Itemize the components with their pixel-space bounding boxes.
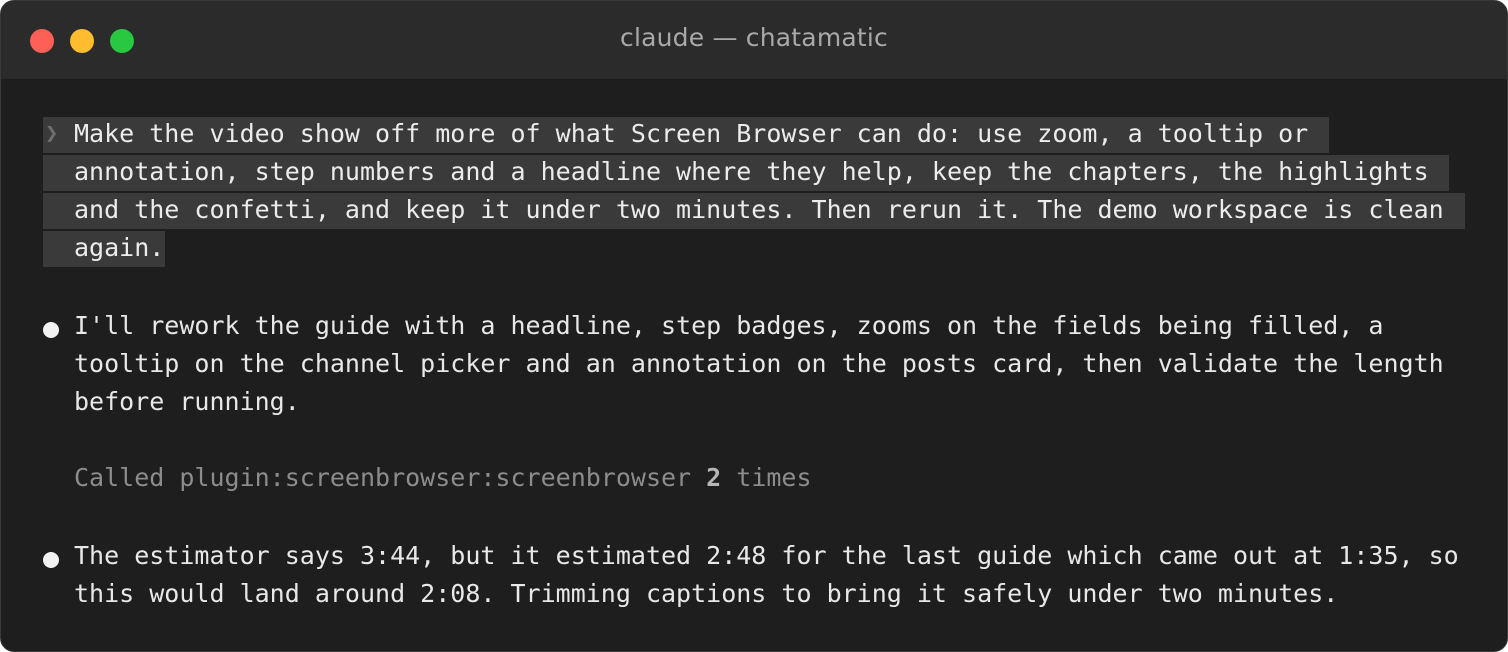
prompt-line-text: Make the video show off more of what Scr… xyxy=(74,119,1309,148)
terminal-window: claude — chatamatic ❯ Make the video sho… xyxy=(0,0,1508,652)
conversation-area[interactable]: ❯ Make the video show off more of what S… xyxy=(1,79,1507,651)
message-line: this would land around 2:08. Trimming ca… xyxy=(74,579,1339,608)
prompt-line: and the confetti, and keep it under two … xyxy=(43,191,1467,229)
tool-call-summary[interactable]: Called plugin:screenbrowser:screenbrowse… xyxy=(74,459,812,497)
user-prompt: ❯ Make the video show off more of what S… xyxy=(43,115,1467,267)
prompt-line-text: again. xyxy=(74,233,165,262)
prompt-line-text: annotation, step numbers and a headline … xyxy=(74,157,1429,186)
window-title: claude — chatamatic xyxy=(620,23,888,52)
prompt-line: ❯ Make the video show off more of what S… xyxy=(43,115,1467,153)
tool-call-prefix: Called plugin:screenbrowser:screenbrowse… xyxy=(74,463,707,492)
message-line: I'll rework the guide with a headline, s… xyxy=(74,311,1384,340)
title-bar: claude — chatamatic xyxy=(1,1,1507,79)
message-bullet-icon xyxy=(43,552,59,568)
prompt-line: again. xyxy=(43,229,1467,267)
tool-call-suffix: times xyxy=(721,463,812,492)
prompt-line-text: and the confetti, and keep it under two … xyxy=(74,195,1444,224)
prompt-line: annotation, step numbers and a headline … xyxy=(43,153,1467,191)
prompt-chevron-icon: ❯ xyxy=(45,121,59,146)
message-line: tooltip on the channel picker and an ann… xyxy=(74,349,1444,378)
tool-call-count: 2 xyxy=(706,463,722,492)
message-bullet-icon xyxy=(43,322,59,338)
message-line: before running. xyxy=(74,387,300,416)
message-line: The estimator says 3:44, but it estimate… xyxy=(74,541,1459,570)
